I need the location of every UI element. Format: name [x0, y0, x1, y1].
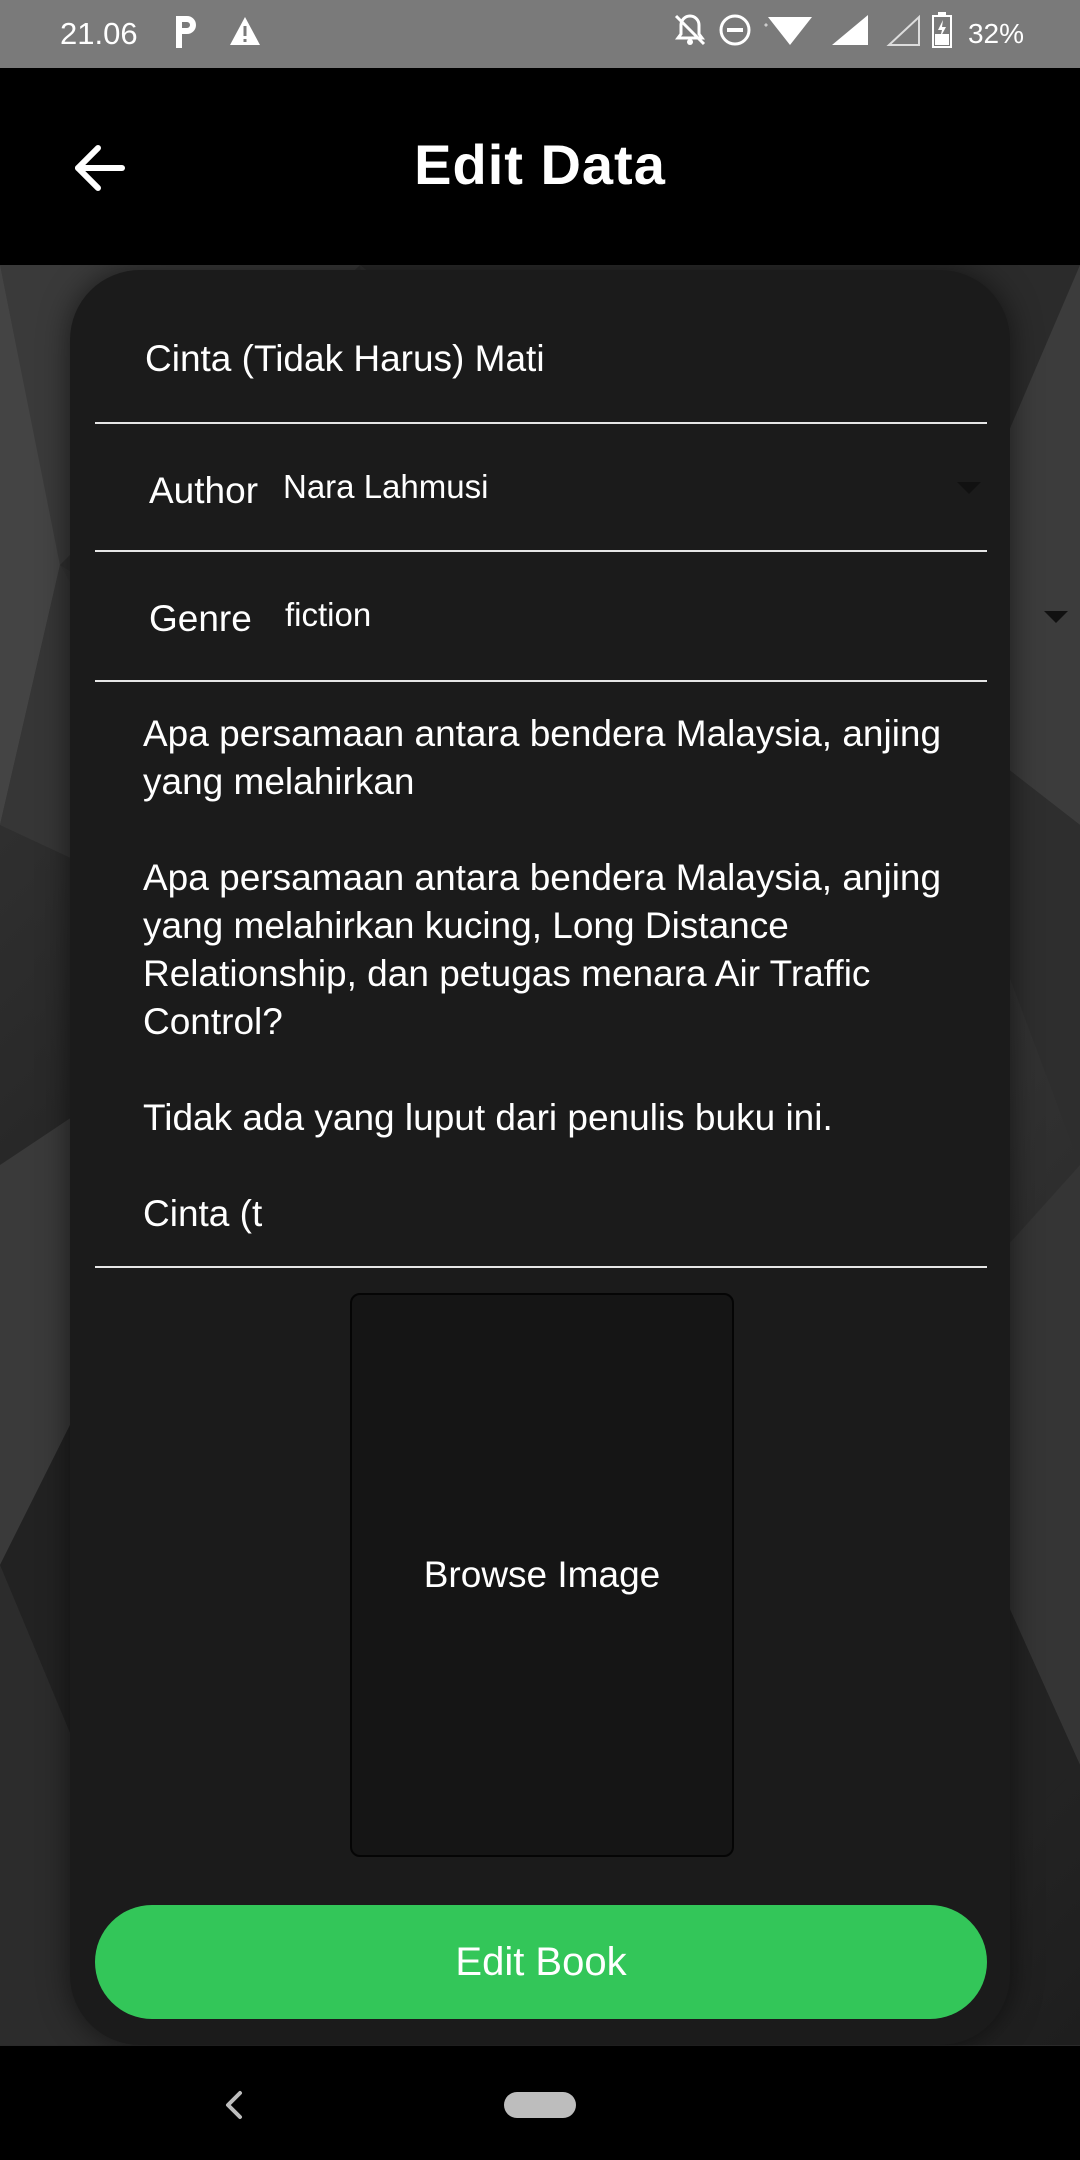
wifi-icon: [762, 13, 818, 55]
genre-label: Genre: [149, 598, 252, 639]
author-dropdown[interactable]: Author Nara Lahmusi: [95, 424, 987, 552]
page-title: Edit Data: [414, 133, 666, 196]
warning-icon: [228, 14, 262, 56]
genre-value: fiction: [285, 596, 372, 633]
nav-back-button[interactable]: [222, 2090, 246, 2120]
genre-dropdown[interactable]: Genre fiction: [95, 552, 987, 682]
chevron-down-icon: [1044, 611, 1068, 623]
edit-book-button[interactable]: Edit Book: [95, 1905, 987, 2019]
nav-home-button[interactable]: [504, 2092, 576, 2118]
title-value: Cinta (Tidak Harus) Mati: [145, 338, 545, 379]
battery-icon: [931, 12, 952, 56]
browse-image-label: Browse Image: [423, 1554, 661, 1595]
signal-empty-icon: [886, 13, 922, 55]
battery-percentage: 32%: [967, 18, 1024, 49]
description-value: Apa persamaan antara bendera Malaysia, a…: [143, 713, 942, 1234]
title-field[interactable]: Cinta (Tidak Harus) Mati: [95, 292, 987, 424]
browse-image-button[interactable]: Browse Image: [350, 1293, 734, 1857]
status-bar: 21.06 32%: [0, 0, 1080, 68]
author-value: Nara Lahmusi: [283, 468, 489, 505]
description-field[interactable]: Apa persamaan antara bendera Malaysia, a…: [95, 682, 987, 1268]
chevron-left-icon: [226, 2091, 242, 2119]
bell-off-icon: [672, 12, 708, 56]
signal-icon: [828, 13, 876, 55]
status-time: 21.06: [60, 16, 138, 51]
parking-icon: [172, 14, 200, 58]
author-label: Author: [149, 470, 259, 511]
chevron-down-icon: [957, 482, 981, 494]
do-not-disturb-icon: [718, 13, 752, 55]
edit-book-label: Edit Book: [455, 1939, 627, 1984]
